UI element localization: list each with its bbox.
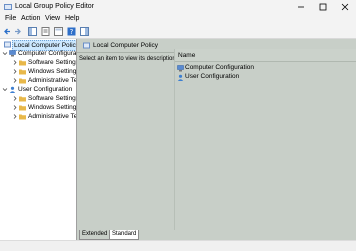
group-policy-app-icon: [4, 4, 12, 10]
list-item-label: Computer Configuration: [185, 64, 255, 71]
user-icon: [177, 74, 184, 81]
menu-help[interactable]: Help: [65, 15, 79, 22]
computer-icon: [177, 65, 184, 72]
menu-action[interactable]: Action: [21, 15, 40, 22]
tree-item-windows-settings[interactable]: Windows Settings: [12, 103, 76, 112]
chevron-right-icon[interactable]: [12, 76, 18, 85]
tree-item-label: Administrative Templates: [28, 77, 77, 84]
tree-item-software-settings[interactable]: Software Settings: [12, 58, 76, 67]
items-list[interactable]: Name Computer Configuration User Configu…: [174, 49, 356, 231]
tab-standard[interactable]: Standard: [109, 230, 140, 240]
tree-item-label: User Configuration: [18, 86, 73, 93]
status-bar: [0, 240, 356, 251]
tree-item-computer-configuration[interactable]: Computer Configuration: [2, 49, 76, 58]
forward-arrow-icon[interactable]: [13, 27, 22, 36]
list-item-label: User Configuration: [185, 73, 240, 80]
menu-file[interactable]: File: [5, 15, 16, 22]
export-list-icon[interactable]: [54, 27, 63, 36]
policy-icon: [4, 41, 11, 48]
tree-item-administrative-templates[interactable]: Administrative Templates: [12, 76, 76, 85]
pane-title: Local Computer Policy: [93, 42, 159, 49]
folder-icon: [19, 105, 26, 111]
tree-item-user-configuration[interactable]: User Configuration: [2, 85, 76, 94]
tree-item-software-settings[interactable]: Software Settings: [12, 94, 76, 103]
tree-item-label: Software Settings: [28, 95, 77, 102]
tree-item-label: Windows Settings: [28, 104, 77, 111]
folder-icon: [19, 69, 26, 75]
policy-icon: [83, 42, 90, 49]
menu-view[interactable]: View: [45, 15, 60, 22]
tree-item-administrative-templates[interactable]: Administrative Templates: [12, 112, 76, 121]
tree-item-local-computer-policy[interactable]: Local Computer Policy: [2, 40, 76, 51]
chevron-right-icon[interactable]: [12, 112, 18, 121]
window-title: Local Group Policy Editor: [15, 3, 94, 10]
minimize-icon[interactable]: [290, 0, 312, 14]
close-icon[interactable]: [334, 0, 356, 14]
column-header-label: Name: [178, 52, 196, 59]
menu-bar: File Action View Help: [0, 14, 356, 25]
tab-extended[interactable]: Extended: [79, 230, 111, 240]
details-pane: Local Computer Policy Select an item to …: [77, 39, 356, 240]
folder-icon: [19, 78, 26, 84]
chevron-down-icon[interactable]: [2, 49, 8, 58]
chevron-right-icon[interactable]: [12, 67, 18, 76]
user-icon: [9, 86, 16, 93]
show-hide-action-pane-icon[interactable]: [80, 27, 89, 36]
back-arrow-icon[interactable]: [3, 27, 12, 36]
tree-item-label: Administrative Templates: [28, 113, 77, 120]
folder-icon: [19, 60, 26, 66]
tree-item-label: Computer Configuration: [18, 50, 77, 57]
chevron-right-icon[interactable]: [12, 94, 18, 103]
show-hide-console-tree-icon[interactable]: [28, 27, 37, 36]
folder-icon: [19, 114, 26, 120]
console-tree[interactable]: Local Computer Policy Computer Configura…: [0, 39, 77, 240]
chevron-right-icon[interactable]: [12, 58, 18, 67]
properties-icon[interactable]: [41, 27, 50, 36]
help-icon[interactable]: ?: [67, 27, 76, 36]
column-header-name[interactable]: Name: [175, 49, 356, 62]
view-tabs: Extended Standard: [77, 230, 356, 240]
title-bar: Local Group Policy Editor: [0, 0, 356, 14]
description-text: Select an item to view its description.: [79, 56, 178, 62]
chevron-right-icon[interactable]: [12, 103, 18, 112]
folder-icon: [19, 96, 26, 102]
description-pane: Select an item to view its description.: [77, 53, 177, 231]
tree-item-label: Windows Settings: [28, 68, 77, 75]
toolbar: ?: [0, 25, 356, 39]
tree-item-label: Software Settings: [28, 59, 77, 66]
tree-item-windows-settings[interactable]: Windows Settings: [12, 67, 76, 76]
computer-icon: [9, 50, 16, 57]
maximize-icon[interactable]: [312, 0, 334, 14]
svg-text:?: ?: [70, 28, 74, 36]
chevron-down-icon[interactable]: [2, 85, 8, 94]
